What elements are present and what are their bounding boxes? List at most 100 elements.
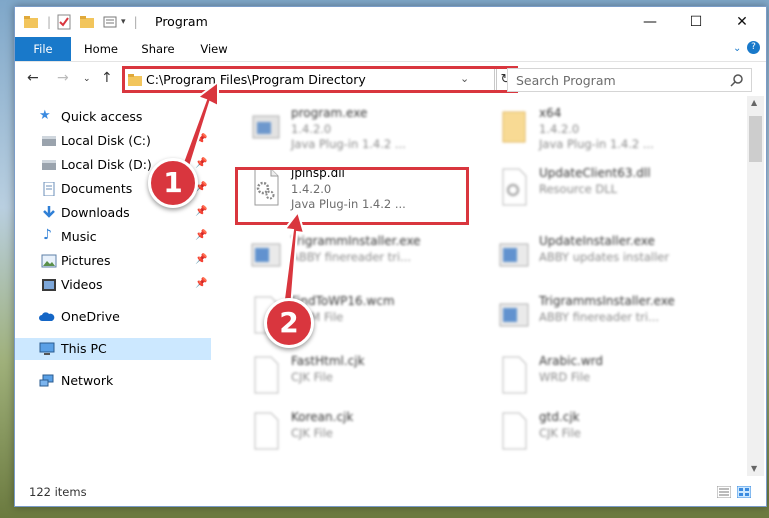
chevron-down-icon[interactable]: ▾ bbox=[121, 17, 126, 27]
list-item[interactable]: Korean.cjk CJK File bbox=[241, 408, 481, 458]
sidebar-item-network[interactable]: Network bbox=[15, 370, 211, 392]
file-version: 1.4.2.0 bbox=[291, 122, 332, 136]
file-version: 1.4.2.0 bbox=[539, 122, 580, 136]
properties-icon[interactable] bbox=[57, 14, 71, 30]
documents-icon bbox=[43, 182, 55, 196]
network-icon bbox=[39, 374, 54, 387]
dll-gear-icon bbox=[502, 168, 527, 206]
download-icon bbox=[43, 206, 55, 218]
file-name: Korean.cjk bbox=[291, 410, 354, 424]
search-box[interactable]: Search Program bbox=[507, 68, 752, 92]
list-item[interactable]: TrigrammInstaller.exe ABBY finereader tr… bbox=[241, 232, 481, 282]
scroll-up-icon[interactable]: ▲ bbox=[751, 98, 757, 107]
forward-button[interactable]: → bbox=[57, 70, 69, 86]
folder-icon bbox=[502, 111, 526, 143]
file-name: UpdateInstaller.exe bbox=[539, 234, 655, 248]
music-icon: ♪ bbox=[43, 227, 52, 243]
back-button[interactable]: ← bbox=[27, 70, 39, 86]
pin-icon[interactable]: 📌 bbox=[195, 134, 207, 145]
drive-icon bbox=[42, 136, 56, 146]
sidebar-item-label: Quick access bbox=[61, 109, 143, 124]
tab-share[interactable]: Share bbox=[133, 37, 183, 61]
pin-icon[interactable]: 📌 bbox=[195, 278, 207, 289]
sidebar-item-label: Network bbox=[61, 373, 114, 388]
step-2-badge: 2 bbox=[264, 298, 314, 348]
help-icon[interactable]: ? bbox=[747, 41, 760, 54]
scroll-down-icon[interactable]: ▼ bbox=[751, 464, 757, 473]
ribbon-tabs: File Home Share View ⌄ ? bbox=[15, 37, 766, 62]
pin-icon[interactable]: 📌 bbox=[195, 230, 207, 241]
item-count: 122 items bbox=[29, 485, 87, 499]
sidebar-item-music[interactable]: ♪ Music 📌 bbox=[15, 226, 211, 248]
tab-view[interactable]: View bbox=[191, 37, 237, 61]
sidebar-item-onedrive[interactable]: OneDrive bbox=[15, 306, 211, 328]
file-description: WRD File bbox=[539, 370, 591, 384]
file-description: ABBY updates installer bbox=[539, 250, 670, 264]
title-bar: | ▾ | Program — ☐ ✕ bbox=[15, 7, 766, 37]
file-name: FastHtml.cjk bbox=[291, 354, 365, 368]
sidebar-item-label: Local Disk (D:) bbox=[61, 157, 152, 172]
tab-home[interactable]: Home bbox=[77, 37, 125, 61]
installer-icon bbox=[499, 303, 529, 327]
pin-icon[interactable]: 📌 bbox=[195, 206, 207, 217]
list-item[interactable]: FastHtml.cjk CJK File bbox=[241, 352, 481, 402]
file-highlight bbox=[235, 167, 469, 225]
expand-ribbon-icon[interactable]: ⌄ bbox=[733, 43, 741, 54]
new-folder-icon[interactable] bbox=[79, 15, 95, 29]
file-name: x64 bbox=[539, 106, 562, 120]
recent-locations-icon[interactable]: ⌄ bbox=[83, 74, 91, 84]
list-item[interactable]: TrigrammsInstaller.exe ABBY finereader t… bbox=[489, 292, 729, 342]
computer-icon bbox=[39, 342, 55, 355]
search-input[interactable]: Search Program bbox=[516, 73, 616, 88]
vertical-scrollbar[interactable]: ▲ ▼ bbox=[747, 96, 764, 476]
file-name: gtd.cjk bbox=[539, 410, 580, 424]
file-description: ABBY finereader tri... bbox=[291, 250, 412, 264]
pin-icon[interactable]: 📌 bbox=[195, 158, 207, 169]
window-title: Program bbox=[155, 14, 208, 29]
pin-icon[interactable]: 📌 bbox=[195, 254, 207, 265]
maximize-button[interactable]: ☐ bbox=[673, 7, 719, 37]
tiles-view-icon[interactable] bbox=[737, 486, 751, 498]
list-item[interactable]: UpdateInstaller.exe ABBY updates install… bbox=[489, 232, 729, 282]
list-item[interactable]: UpdateClient63.dll Resource DLL bbox=[489, 164, 729, 214]
up-button[interactable]: ↑ bbox=[101, 70, 113, 86]
file-list: program.exe 1.4.2.0 Java Plug-in 1.4.2 .… bbox=[221, 96, 747, 476]
sidebar-item-label: OneDrive bbox=[61, 309, 120, 324]
details-view-icon[interactable] bbox=[717, 486, 731, 498]
list-item[interactable]: gtd.cjk CJK File bbox=[489, 408, 729, 458]
sidebar-item-label: Music bbox=[61, 229, 97, 244]
file-name: UpdateClient63.dll bbox=[539, 166, 651, 180]
exe-icon bbox=[252, 115, 280, 139]
sidebar-item-label: Downloads bbox=[61, 205, 130, 220]
customize-icon[interactable] bbox=[103, 15, 119, 29]
navigation-pane: ★ Quick access Local Disk (C:) 📌 Local D… bbox=[15, 96, 211, 476]
list-item[interactable]: program.exe 1.4.2.0 Java Plug-in 1.4.2 .… bbox=[241, 104, 481, 154]
sidebar-item-quick-access[interactable]: ★ Quick access bbox=[15, 106, 211, 128]
status-bar: 122 items bbox=[15, 477, 766, 506]
folder-icon[interactable] bbox=[23, 15, 39, 29]
sidebar-item-this-pc[interactable]: This PC bbox=[15, 338, 211, 360]
file-description: CJK File bbox=[539, 426, 581, 440]
search-icon bbox=[730, 74, 743, 87]
file-description: Resource DLL bbox=[539, 182, 618, 196]
scrollbar-thumb[interactable] bbox=[749, 116, 762, 162]
address-highlight bbox=[122, 66, 518, 93]
quick-access-toolbar: | ▾ | bbox=[23, 13, 138, 31]
list-item[interactable]: x64 1.4.2.0 Java Plug-in 1.4.2 ... bbox=[489, 104, 729, 154]
blank-file-icon bbox=[254, 356, 279, 394]
file-name: TrigrammsInstaller.exe bbox=[539, 294, 675, 308]
tab-file[interactable]: File bbox=[15, 37, 71, 61]
videos-icon bbox=[42, 279, 56, 291]
file-name: Arabic.wrd bbox=[539, 354, 604, 368]
sidebar-item-label: This PC bbox=[61, 341, 107, 356]
sidebar-item-label: Local Disk (C:) bbox=[61, 133, 151, 148]
sidebar-item-videos[interactable]: Videos 📌 bbox=[15, 274, 211, 296]
sidebar-item-local-disk-c[interactable]: Local Disk (C:) 📌 bbox=[15, 130, 211, 152]
minimize-button[interactable]: — bbox=[627, 7, 673, 37]
close-button[interactable]: ✕ bbox=[719, 7, 765, 37]
file-description: Java Plug-in 1.4.2 ... bbox=[291, 137, 406, 151]
list-item[interactable]: Arabic.wrd WRD File bbox=[489, 352, 729, 402]
sidebar-item-pictures[interactable]: Pictures 📌 bbox=[15, 250, 211, 272]
installer-icon bbox=[251, 243, 281, 267]
file-description: ABBY finereader tri... bbox=[539, 310, 660, 324]
